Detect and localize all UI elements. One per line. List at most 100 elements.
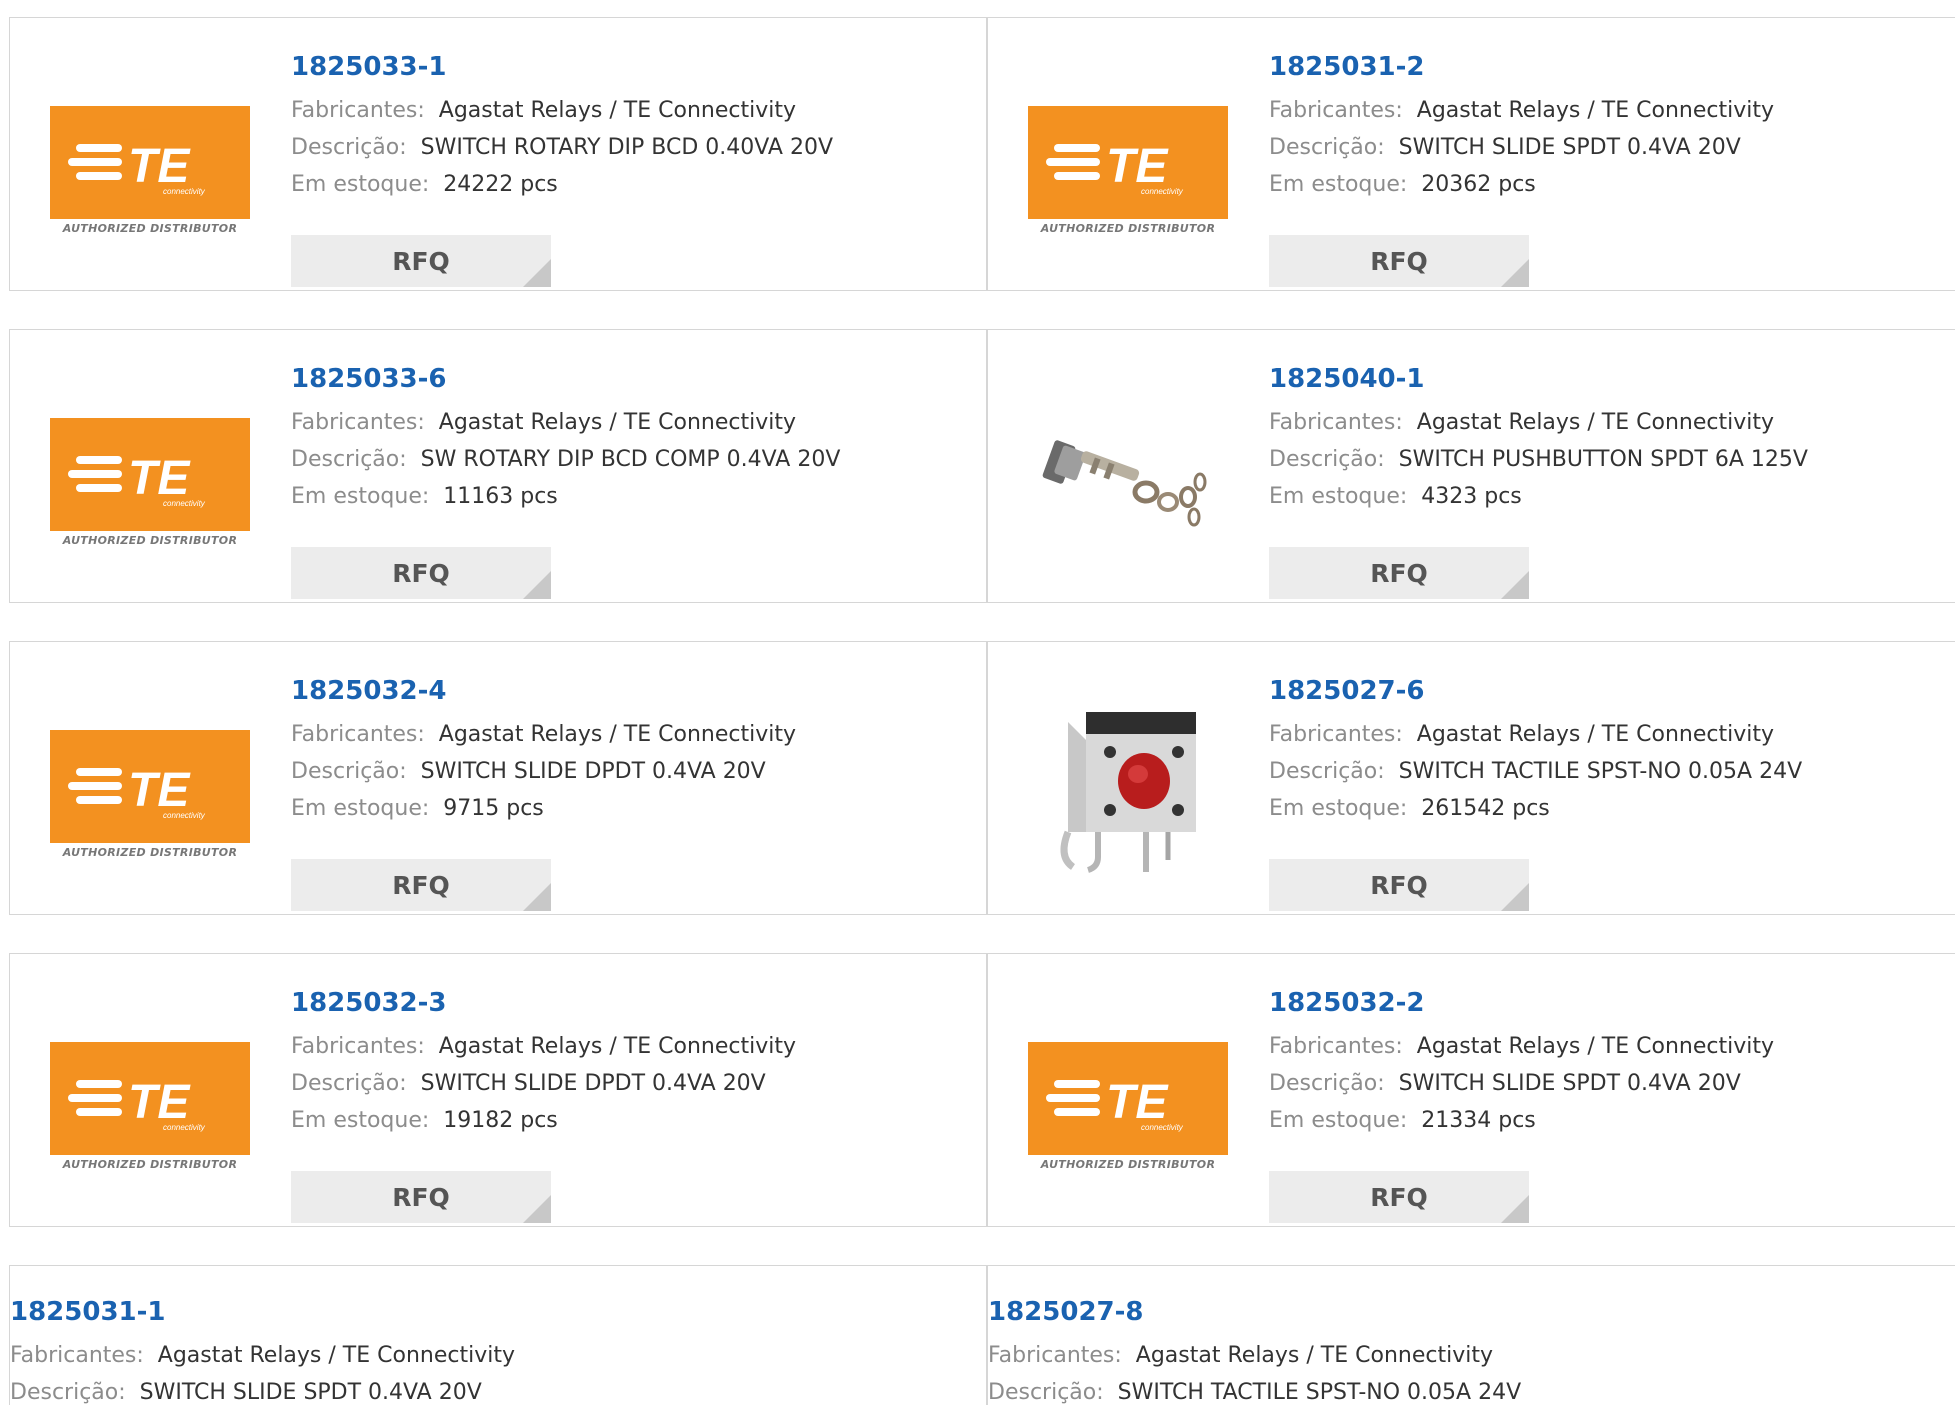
part-number-link[interactable]: 1825032-2 (1269, 986, 1954, 1020)
manufacturer-label: Fabricantes: (1269, 410, 1403, 435)
product-card: 1825027-8 Fabricantes: Agastat Relays / T… (987, 1265, 1955, 1405)
product-image[interactable]: TE connectivity AUTHORIZED DISTRIBUTOR (1028, 994, 1228, 1194)
rfq-button[interactable]: RFQ (1269, 859, 1529, 911)
tactile-switch-photo (1028, 682, 1228, 882)
manufacturer-value: Agastat Relays / TE Connectivity (1416, 1034, 1774, 1059)
product-card: 1825031-1 Fabricantes: Agastat Relays / T… (9, 1265, 987, 1405)
description-label: Descrição: (291, 135, 407, 160)
stock-label: Em estoque: (291, 796, 430, 821)
stock-label: Em estoque: (291, 172, 430, 197)
te-connectivity-logo: TE connectivity AUTHORIZED DISTRIBUTOR (50, 418, 250, 547)
description-value: SWITCH SLIDE DPDT 0.4VA 20V (420, 759, 766, 784)
product-card: TE connectivity AUTHORIZED DISTRIBUTOR 1… (9, 329, 987, 603)
description-value: SWITCH SLIDE SPDT 0.4VA 20V (1398, 1071, 1741, 1096)
svg-text:connectivity: connectivity (1141, 1123, 1184, 1132)
stock-value: 24222 pcs (443, 172, 558, 197)
stock-label: Em estoque: (1269, 172, 1408, 197)
part-number-link[interactable]: 1825033-1 (291, 50, 976, 84)
description-value: SWITCH PUSHBUTTON SPDT 6A 125V (1398, 447, 1808, 472)
stock-label: Em estoque: (291, 1108, 430, 1133)
product-card: TE connectivity AUTHORIZED DISTRIBUTOR 1… (987, 953, 1955, 1227)
rfq-button[interactable]: RFQ (291, 547, 551, 599)
description-value: SWITCH TACTILE SPST-NO 0.05A 24V (1117, 1380, 1522, 1405)
product-card: TE connectivity AUTHORIZED DISTRIBUTOR 1… (9, 953, 987, 1227)
stock-value: 21334 pcs (1421, 1108, 1536, 1133)
stock-value: 261542 pcs (1421, 796, 1550, 821)
manufacturer-value: Agastat Relays / TE Connectivity (1416, 722, 1774, 747)
stock-label: Em estoque: (1269, 1108, 1408, 1133)
te-connectivity-logo: TE connectivity AUTHORIZED DISTRIBUTOR (50, 1042, 250, 1171)
manufacturer-value: Agastat Relays / TE Connectivity (438, 410, 796, 435)
rfq-button[interactable]: RFQ (291, 859, 551, 911)
manufacturer-label: Fabricantes: (291, 98, 425, 123)
manufacturer-label: Fabricantes: (988, 1343, 1122, 1368)
manufacturer-label: Fabricantes: (291, 722, 425, 747)
svg-text:TE: TE (128, 764, 191, 817)
svg-text:connectivity: connectivity (163, 1123, 206, 1132)
stock-label: Em estoque: (1269, 796, 1408, 821)
part-number-link[interactable]: 1825032-4 (291, 674, 976, 708)
description-label: Descrição: (10, 1380, 126, 1405)
description-label: Descrição: (291, 447, 407, 472)
manufacturer-value: Agastat Relays / TE Connectivity (438, 722, 796, 747)
product-image[interactable]: TE connectivity AUTHORIZED DISTRIBUTOR (50, 58, 250, 258)
part-number-link[interactable]: 1825027-8 (988, 1295, 1954, 1329)
product-image[interactable]: TE connectivity AUTHORIZED DISTRIBUTOR (1028, 58, 1228, 258)
rfq-button[interactable]: RFQ (1269, 235, 1529, 287)
svg-text:connectivity: connectivity (163, 187, 206, 196)
description-label: Descrição: (291, 1071, 407, 1096)
product-card: 1825027-6 Fabricantes: Agastat Relays / T… (987, 641, 1955, 915)
description-value: SWITCH ROTARY DIP BCD 0.40VA 20V (420, 135, 833, 160)
rfq-button[interactable]: RFQ (291, 235, 551, 287)
part-number-link[interactable]: 1825040-1 (1269, 362, 1954, 396)
manufacturer-value: Agastat Relays / TE Connectivity (438, 1034, 796, 1059)
svg-text:connectivity: connectivity (1141, 187, 1184, 196)
product-card: TE connectivity AUTHORIZED DISTRIBUTOR 1… (9, 17, 987, 291)
stock-value: 20362 pcs (1421, 172, 1536, 197)
description-label: Descrição: (291, 759, 407, 784)
stock-label: Em estoque: (291, 484, 430, 509)
manufacturer-label: Fabricantes: (10, 1343, 144, 1368)
part-number-link[interactable]: 1825033-6 (291, 362, 976, 396)
product-image[interactable]: TE connectivity AUTHORIZED DISTRIBUTOR (50, 370, 250, 570)
manufacturer-label: Fabricantes: (1269, 98, 1403, 123)
manufacturer-label: Fabricantes: (291, 410, 425, 435)
manufacturer-value: Agastat Relays / TE Connectivity (1416, 98, 1774, 123)
description-label: Descrição: (1269, 447, 1385, 472)
product-image[interactable]: TE connectivity AUTHORIZED DISTRIBUTOR (50, 682, 250, 882)
rfq-button[interactable]: RFQ (1269, 547, 1529, 599)
stock-value: 4323 pcs (1421, 484, 1522, 509)
part-number-link[interactable]: 1825031-2 (1269, 50, 1954, 84)
product-image[interactable]: TE connectivity AUTHORIZED DISTRIBUTOR (50, 994, 250, 1194)
te-connectivity-logo: TE connectivity AUTHORIZED DISTRIBUTOR (50, 106, 250, 235)
manufacturer-value: Agastat Relays / TE Connectivity (157, 1343, 515, 1368)
manufacturer-value: Agastat Relays / TE Connectivity (1416, 410, 1774, 435)
stock-value: 9715 pcs (443, 796, 544, 821)
rfq-button[interactable]: RFQ (1269, 1171, 1529, 1223)
product-card: TE connectivity AUTHORIZED DISTRIBUTOR 1… (9, 641, 987, 915)
product-image[interactable] (1028, 682, 1228, 882)
part-number-link[interactable]: 1825031-1 (10, 1295, 976, 1329)
product-image[interactable] (1028, 370, 1228, 570)
product-card: TE connectivity AUTHORIZED DISTRIBUTOR 1… (987, 17, 1955, 291)
description-value: SWITCH TACTILE SPST-NO 0.05A 24V (1398, 759, 1803, 784)
part-number-link[interactable]: 1825027-6 (1269, 674, 1954, 708)
manufacturer-label: Fabricantes: (1269, 1034, 1403, 1059)
product-card: 1825040-1 Fabricantes: Agastat Relays / T… (987, 329, 1955, 603)
description-label: Descrição: (1269, 1071, 1385, 1096)
stock-label: Em estoque: (1269, 484, 1408, 509)
description-label: Descrição: (988, 1380, 1104, 1405)
description-value: SW ROTARY DIP BCD COMP 0.4VA 20V (420, 447, 841, 472)
description-label: Descrição: (1269, 135, 1385, 160)
svg-text:connectivity: connectivity (163, 811, 206, 820)
description-value: SWITCH SLIDE SPDT 0.4VA 20V (1398, 135, 1741, 160)
svg-text:TE: TE (1106, 1076, 1169, 1129)
svg-text:TE: TE (128, 452, 191, 505)
manufacturer-value: Agastat Relays / TE Connectivity (1135, 1343, 1493, 1368)
svg-text:TE: TE (128, 1076, 191, 1129)
rfq-button[interactable]: RFQ (291, 1171, 551, 1223)
stock-value: 11163 pcs (443, 484, 558, 509)
svg-text:connectivity: connectivity (163, 499, 206, 508)
stock-value: 19182 pcs (443, 1108, 558, 1133)
part-number-link[interactable]: 1825032-3 (291, 986, 976, 1020)
